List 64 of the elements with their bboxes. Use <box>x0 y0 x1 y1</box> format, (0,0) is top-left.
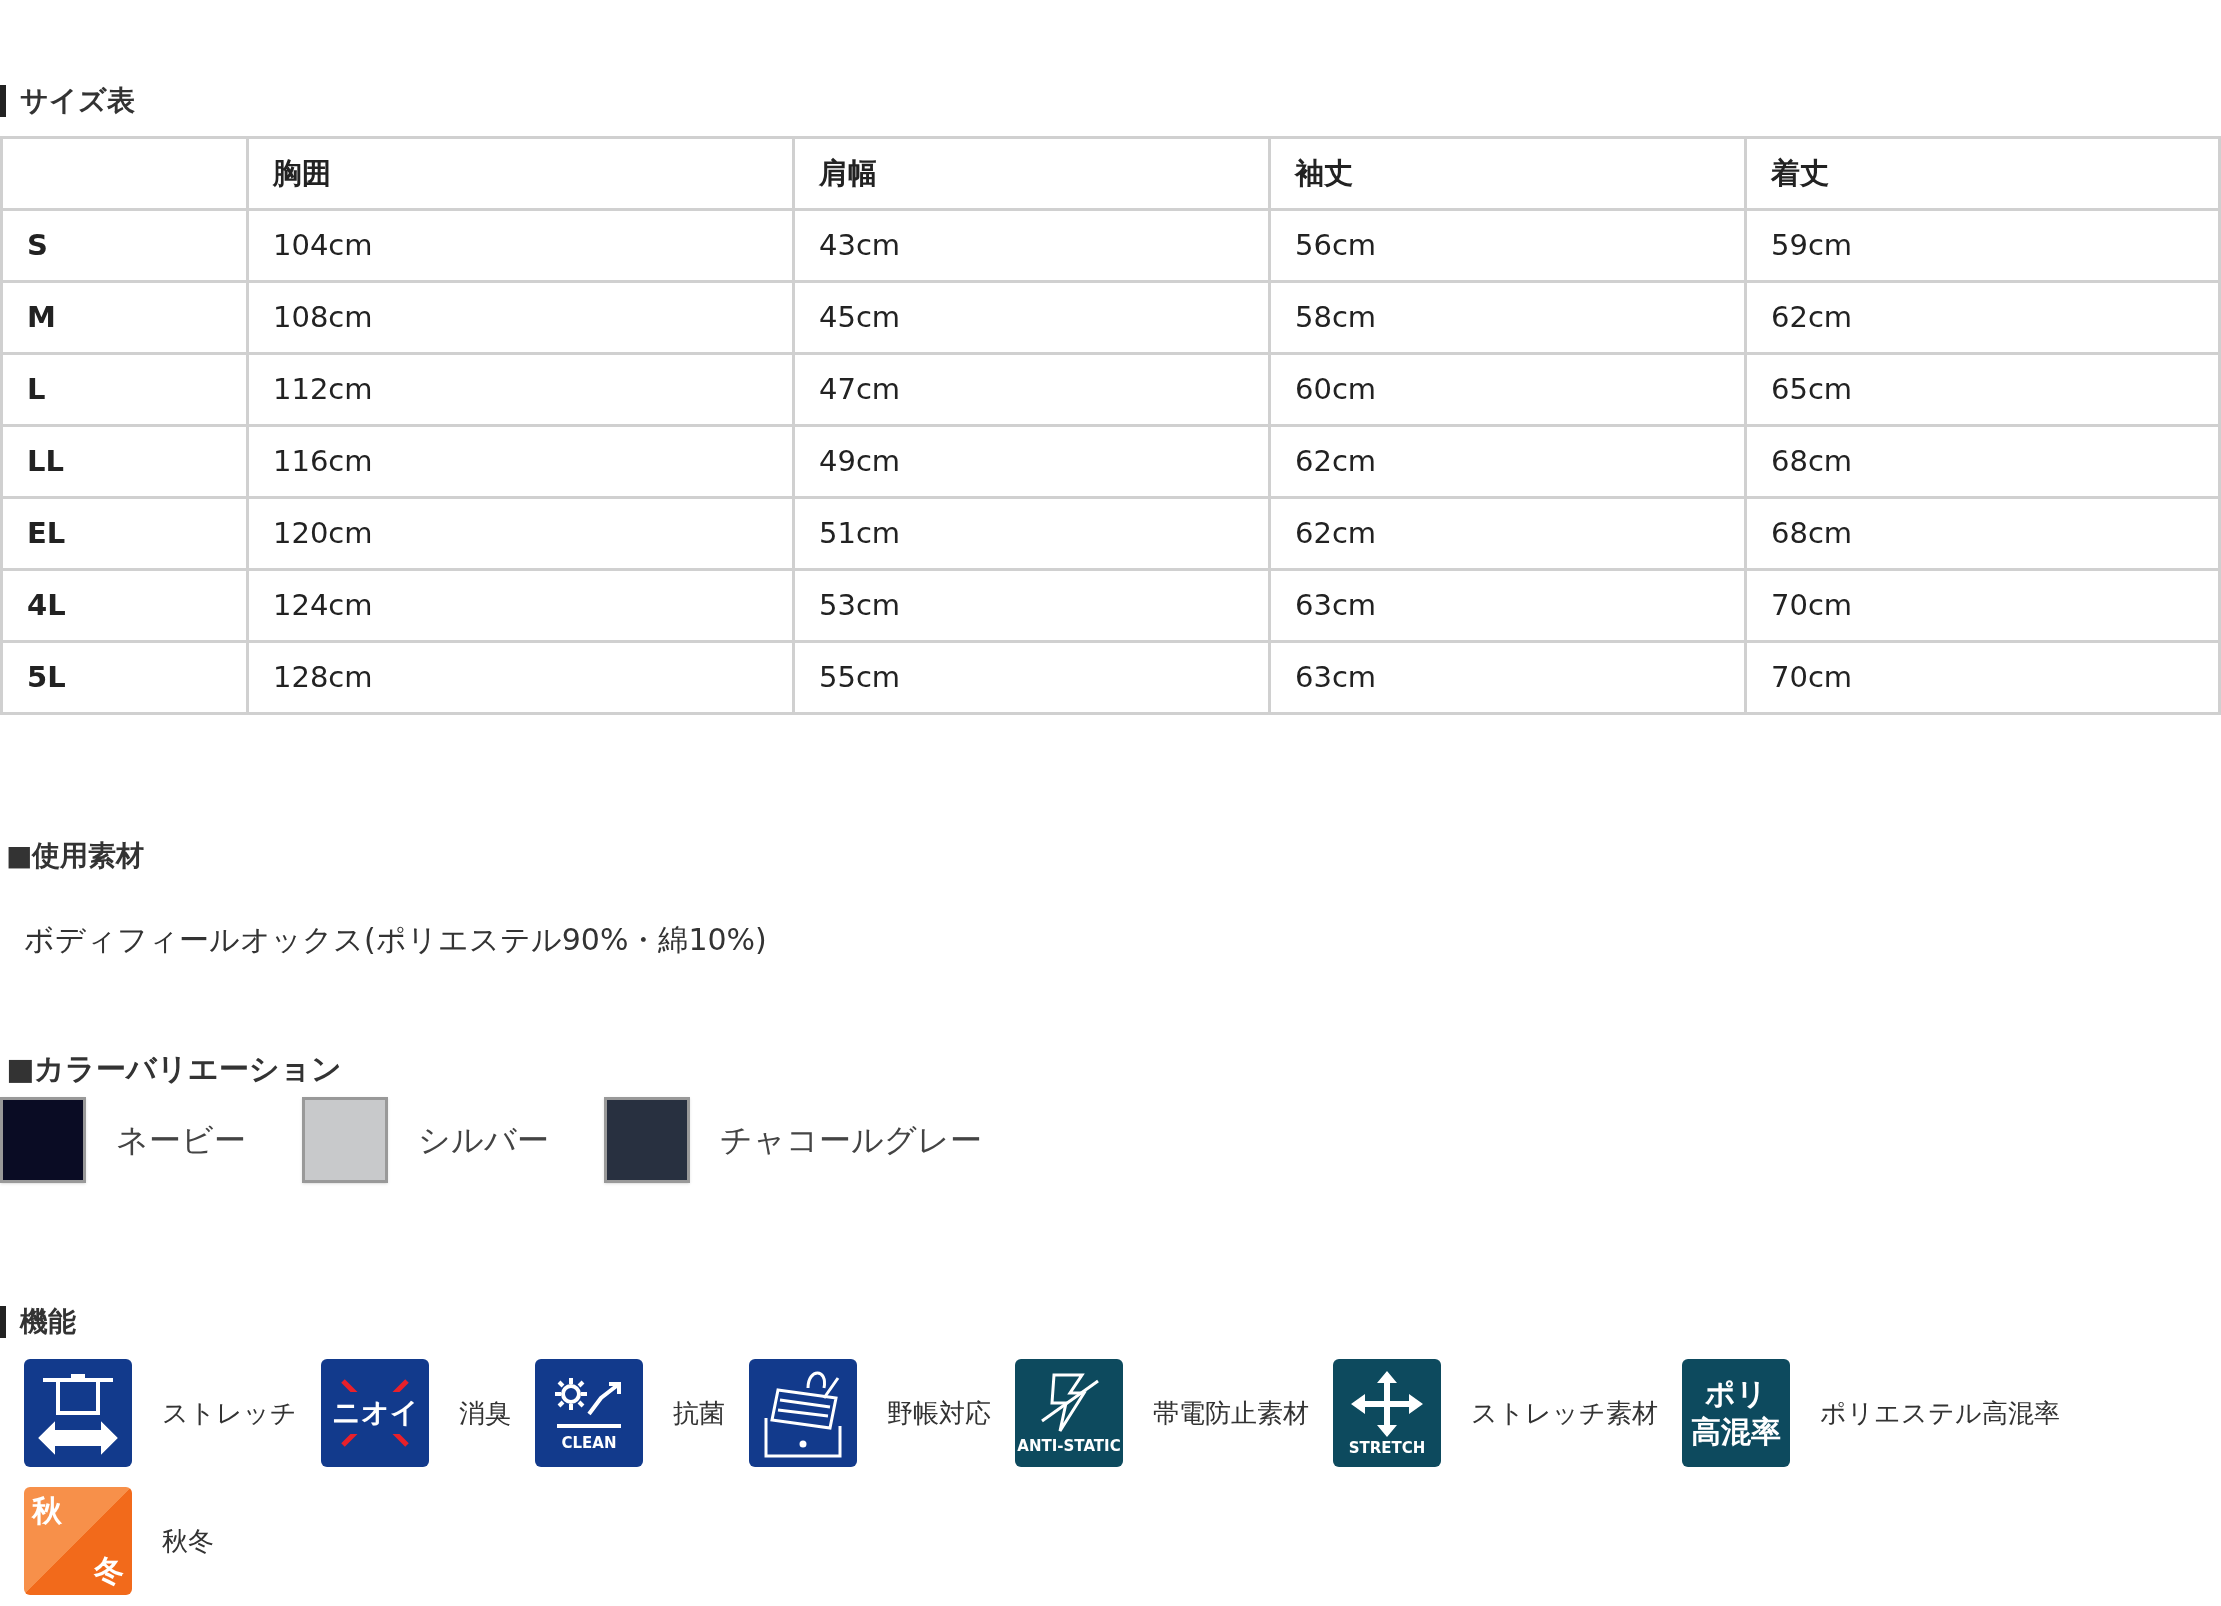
feature-label: ストレッチ <box>162 1396 297 1430</box>
feature-label: ストレッチ素材 <box>1471 1396 1658 1430</box>
table-cell: 55cm <box>795 643 1271 715</box>
table-cell: 116cm <box>249 427 795 499</box>
table-cell: 68cm <box>1747 499 2221 571</box>
table-cell: 65cm <box>1747 355 2221 427</box>
section-heading: ■使用素材 <box>6 839 145 872</box>
table-cell: 51cm <box>795 499 1271 571</box>
heading-bar <box>0 85 6 117</box>
row-header: LL <box>3 427 249 499</box>
four-way-arrows-icon <box>1349 1369 1425 1439</box>
table-cell: 45cm <box>795 283 1271 355</box>
table-cell: 49cm <box>795 427 1271 499</box>
feature-label: 野帳対応 <box>887 1396 991 1430</box>
section-heading: ■カラーバリエーション <box>6 1051 343 1086</box>
material-text: ボディフィールオックス(ポリエステル90%・綿10%) <box>24 922 767 957</box>
feature-label: ポリエステル高混率 <box>1820 1396 2060 1430</box>
badge-text: 秋 <box>32 1493 62 1529</box>
feature-label: 秋冬 <box>162 1524 214 1558</box>
table-cell: 47cm <box>795 355 1271 427</box>
color-name: ネービー <box>116 1120 247 1161</box>
table-cell: 59cm <box>1747 211 2221 283</box>
badge-text: 冬 <box>94 1553 124 1589</box>
table-cell: 62cm <box>1747 283 2221 355</box>
heading-bar <box>0 1306 6 1338</box>
section-heading: サイズ表 <box>20 83 135 119</box>
table-cell: 128cm <box>249 643 795 715</box>
table-cell: 120cm <box>249 499 795 571</box>
table-cell: 63cm <box>1271 643 1747 715</box>
badge-text: CLEAN <box>561 1434 617 1452</box>
column-header: 袖丈 <box>1271 139 1747 211</box>
feature-label: 抗菌 <box>673 1396 725 1430</box>
table-cell: 108cm <box>249 283 795 355</box>
table-cell: 70cm <box>1747 571 2221 643</box>
column-header: 着丈 <box>1747 139 2221 211</box>
table-cell: 112cm <box>249 355 795 427</box>
column-header: 肩幅 <box>795 139 1271 211</box>
table-cell: 53cm <box>795 571 1271 643</box>
badge-text: STRETCH <box>1348 1439 1426 1457</box>
section-heading: 機能 <box>20 1304 76 1340</box>
table-cell: 104cm <box>249 211 795 283</box>
badge-text: ANTI-STATIC <box>1017 1437 1121 1455</box>
row-header: M <box>3 283 249 355</box>
column-header: 胸囲 <box>249 139 795 211</box>
table-cell: 56cm <box>1271 211 1747 283</box>
color-name: チャコールグレー <box>720 1120 982 1161</box>
row-header: EL <box>3 499 249 571</box>
table-cell: 70cm <box>1747 643 2221 715</box>
badge-text: ポリ 高混率 <box>1691 1375 1781 1451</box>
table-cell: 43cm <box>795 211 1271 283</box>
table-cell: 124cm <box>249 571 795 643</box>
color-name: シルバー <box>418 1120 550 1161</box>
row-header: 4L <box>3 571 249 643</box>
row-header: 5L <box>3 643 249 715</box>
table-cell: 68cm <box>1747 427 2221 499</box>
feature-label: 帯電防止素材 <box>1153 1396 1309 1430</box>
row-header: S <box>3 211 249 283</box>
table-cell: 63cm <box>1271 571 1747 643</box>
table-cell: 58cm <box>1271 283 1747 355</box>
table-cell: 62cm <box>1271 499 1747 571</box>
feature-label: 消臭 <box>459 1396 511 1430</box>
row-header: L <box>3 355 249 427</box>
table-cell: 60cm <box>1271 355 1747 427</box>
table-cell: 62cm <box>1271 427 1747 499</box>
